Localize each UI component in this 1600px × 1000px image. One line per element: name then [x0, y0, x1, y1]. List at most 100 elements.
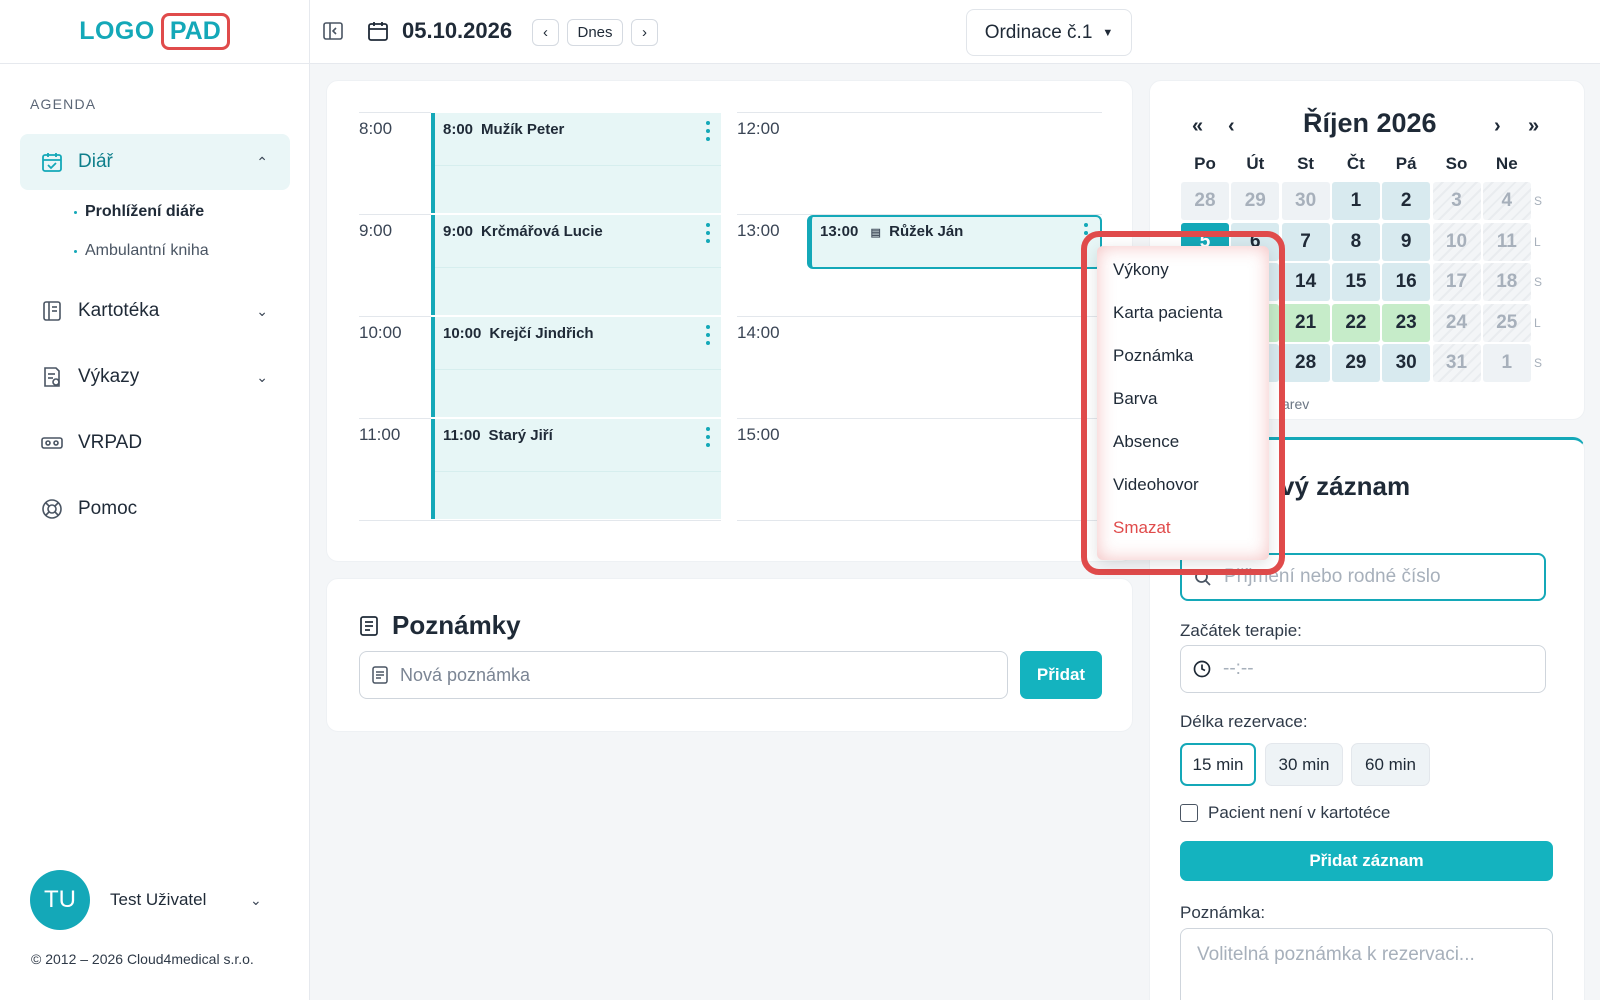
start-time-input[interactable]: --:--: [1180, 645, 1546, 693]
sidebar-item-pomoc[interactable]: Pomoc: [20, 481, 290, 537]
new-note-input[interactable]: Nová poznámka: [359, 651, 1008, 699]
new-note-placeholder: Nová poznámka: [400, 664, 531, 685]
week-mark: S: [1534, 194, 1543, 208]
chat-icon: ▤: [870, 227, 881, 239]
note-label: Poznámka:: [1180, 903, 1266, 922]
prev-day-button[interactable]: ‹: [532, 19, 559, 46]
duration-30-button[interactable]: 30 min: [1265, 743, 1343, 786]
calendar-day[interactable]: 24: [1432, 303, 1481, 342]
calendar-day[interactable]: 10: [1432, 222, 1481, 261]
calendar-day[interactable]: 11: [1482, 222, 1531, 261]
user-menu[interactable]: TU Test Uživatel ⌄: [30, 870, 262, 930]
sidebar-item-label: Výkazy: [78, 366, 140, 387]
menu-item-absence[interactable]: Absence: [1113, 432, 1179, 452]
week-mark: L: [1534, 315, 1541, 330]
calendar-day[interactable]: 30: [1382, 344, 1431, 382]
next-month-icon[interactable]: ›: [1494, 115, 1501, 138]
user-name: Test Uživatel: [110, 890, 207, 909]
calendar-day[interactable]: 1: [1331, 182, 1380, 220]
more-vertical-icon[interactable]: [705, 427, 711, 447]
week-mark: S: [1534, 356, 1543, 370]
sidebar-item-diar[interactable]: Diář ⌃: [20, 134, 290, 190]
menu-item-poznamka[interactable]: Poznámka: [1113, 346, 1193, 366]
calendar-day[interactable]: 1: [1482, 344, 1531, 382]
calendar-day[interactable]: 28: [1281, 344, 1330, 382]
calendar-day[interactable]: 16: [1382, 263, 1431, 301]
reservation-note-textarea[interactable]: Volitelná poznámka k rezervaci...: [1180, 928, 1553, 1000]
time-label: 8:00: [359, 119, 393, 138]
appointment-block[interactable]: 9:00 Krčmářová Lucie: [431, 215, 721, 315]
calendar-day[interactable]: 31: [1432, 344, 1481, 382]
office-select[interactable]: Ordinace č.1 ▼: [966, 9, 1132, 56]
sidebar-item-vykazy[interactable]: Výkazy ⌄: [20, 349, 290, 405]
day-of-week-label: Čt: [1346, 154, 1365, 173]
appointment-block[interactable]: 11:00 Starý Jiří: [431, 419, 721, 519]
clock-icon: [1193, 660, 1211, 684]
sidebar-toggle-icon[interactable]: [322, 20, 344, 47]
week-mark: L: [1534, 234, 1541, 249]
menu-item-barva[interactable]: Barva: [1113, 389, 1157, 409]
calendar-day[interactable]: 3: [1432, 182, 1481, 220]
prev-month-icon[interactable]: ‹: [1228, 115, 1235, 138]
reservation-note-placeholder: Volitelná poznámka k rezervaci...: [1197, 944, 1475, 965]
duration-15-button[interactable]: 15 min: [1180, 743, 1256, 786]
appointment-block[interactable]: 10:00 Krejčí Jindřich: [431, 317, 721, 417]
add-note-button[interactable]: Přidat: [1020, 651, 1102, 699]
top-header: 05.10.2026 ‹ Dnes › Ordinace č.1 ▼: [310, 0, 1600, 64]
calendar-day[interactable]: 22: [1331, 303, 1380, 342]
appointment-block[interactable]: 8:00 Mužík Peter: [431, 113, 721, 213]
day-of-week-label: Pá: [1395, 154, 1417, 173]
calendar-day[interactable]: 29: [1331, 344, 1380, 382]
calendar-day[interactable]: 2: [1382, 182, 1431, 220]
menu-item-videohovor[interactable]: Videohovor: [1113, 475, 1199, 495]
calendar-day[interactable]: 29: [1231, 182, 1280, 220]
menu-item-delete[interactable]: Smazat: [1113, 518, 1171, 538]
sidebar-item-vrpad[interactable]: VRPAD: [20, 415, 290, 471]
add-record-button[interactable]: Přidat záznam: [1180, 841, 1553, 881]
note-icon: [359, 615, 379, 642]
sidebar-item-kartoteka[interactable]: Kartotéka ⌄: [20, 283, 290, 339]
not-in-file-checkbox[interactable]: [1180, 804, 1198, 822]
calendar-day[interactable]: 28: [1181, 182, 1229, 220]
calendar-day[interactable]: 17: [1432, 263, 1481, 301]
next-year-icon[interactable]: »: [1528, 115, 1539, 138]
current-date[interactable]: 05.10.2026: [402, 18, 512, 44]
caret-down-icon: ▼: [1102, 26, 1114, 39]
duration-60-button[interactable]: 60 min: [1351, 743, 1430, 786]
calendar-day[interactable]: 4: [1482, 182, 1531, 220]
menu-item-vykony[interactable]: Výkony: [1113, 260, 1169, 280]
calendar-check-icon: [40, 150, 64, 174]
day-of-week-label: Ne: [1495, 154, 1518, 173]
next-day-button[interactable]: ›: [631, 19, 658, 46]
calendar-day[interactable]: 23: [1382, 303, 1431, 342]
calendar-day[interactable]: 21: [1281, 303, 1330, 342]
calendar-day[interactable]: 9: [1382, 222, 1431, 261]
menu-item-karta-pacienta[interactable]: Karta pacienta: [1113, 303, 1223, 323]
logo-badge: PAD: [160, 13, 230, 50]
calendar-day[interactable]: 25: [1482, 303, 1531, 342]
sidebar-subitem-prohlizeni[interactable]: Prohlížení diáře: [74, 203, 204, 221]
appointment-patient: Starý Jiří: [488, 427, 553, 444]
office-select-label: Ordinace č.1: [984, 21, 1093, 43]
prev-year-icon[interactable]: «: [1192, 115, 1203, 138]
calendar-day[interactable]: 15: [1331, 263, 1380, 301]
sidebar-subitem-ambulantni[interactable]: Ambulantní kniha: [74, 242, 209, 260]
calendar-day[interactable]: 18: [1482, 263, 1531, 301]
calendar-day[interactable]: 8: [1331, 222, 1380, 261]
sidebar-item-label: Pomoc: [78, 498, 138, 519]
more-vertical-icon[interactable]: [705, 121, 711, 141]
more-vertical-icon[interactable]: [705, 223, 711, 243]
time-label: 13:00: [737, 221, 780, 240]
today-button[interactable]: Dnes: [567, 19, 623, 46]
sidebar-item-label: Diář: [78, 151, 113, 172]
calendar-day[interactable]: 30: [1281, 182, 1330, 220]
report-icon: [40, 365, 64, 389]
logo[interactable]: LOGO PAD: [0, 0, 309, 64]
appointment-block-selected[interactable]: 13:00 ▤ Růžek Ján: [807, 215, 1102, 269]
calendar-day[interactable]: 7: [1281, 222, 1330, 261]
more-vertical-icon[interactable]: [705, 325, 711, 345]
sidebar-subitem-label: Prohlížení diáře: [85, 203, 205, 220]
not-in-file-row: Pacient není v kartotéce: [1180, 803, 1390, 823]
calendar-day[interactable]: 14: [1281, 263, 1330, 301]
calendar-icon[interactable]: [366, 19, 390, 48]
